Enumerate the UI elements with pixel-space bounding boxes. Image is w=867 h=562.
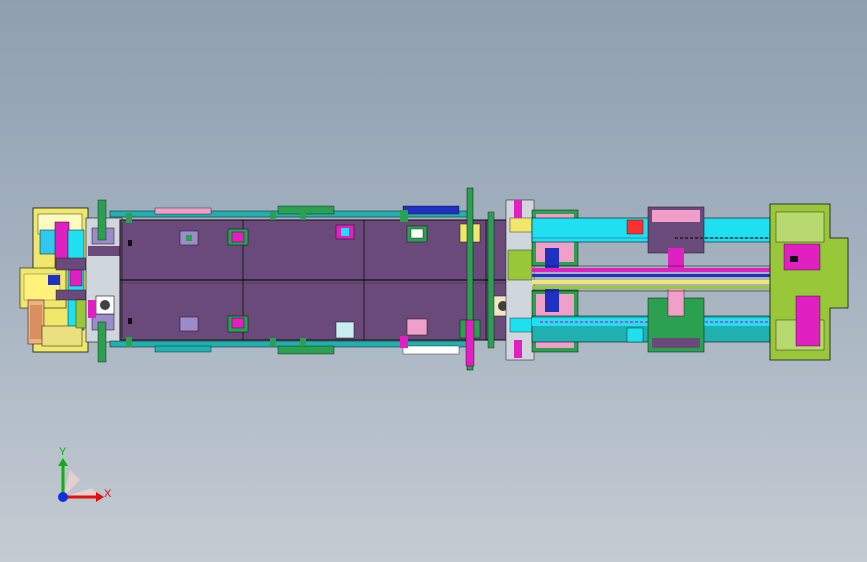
junction-block[interactable] <box>505 199 535 361</box>
upper-conveyor[interactable] <box>531 206 811 272</box>
right-end-frame[interactable] <box>769 203 849 361</box>
x-axis-label: X <box>104 488 112 500</box>
coordinate-triad: X Y <box>58 446 112 502</box>
z-axis-dot <box>58 492 68 502</box>
bottom-rail[interactable] <box>109 340 471 355</box>
y-axis-label: Y <box>59 446 67 458</box>
left-drive-assembly[interactable] <box>85 199 123 363</box>
left-end-module[interactable] <box>19 207 89 353</box>
top-rail[interactable] <box>109 205 471 218</box>
lower-conveyor[interactable] <box>531 287 811 353</box>
cad-viewport[interactable]: X Y <box>0 0 867 562</box>
